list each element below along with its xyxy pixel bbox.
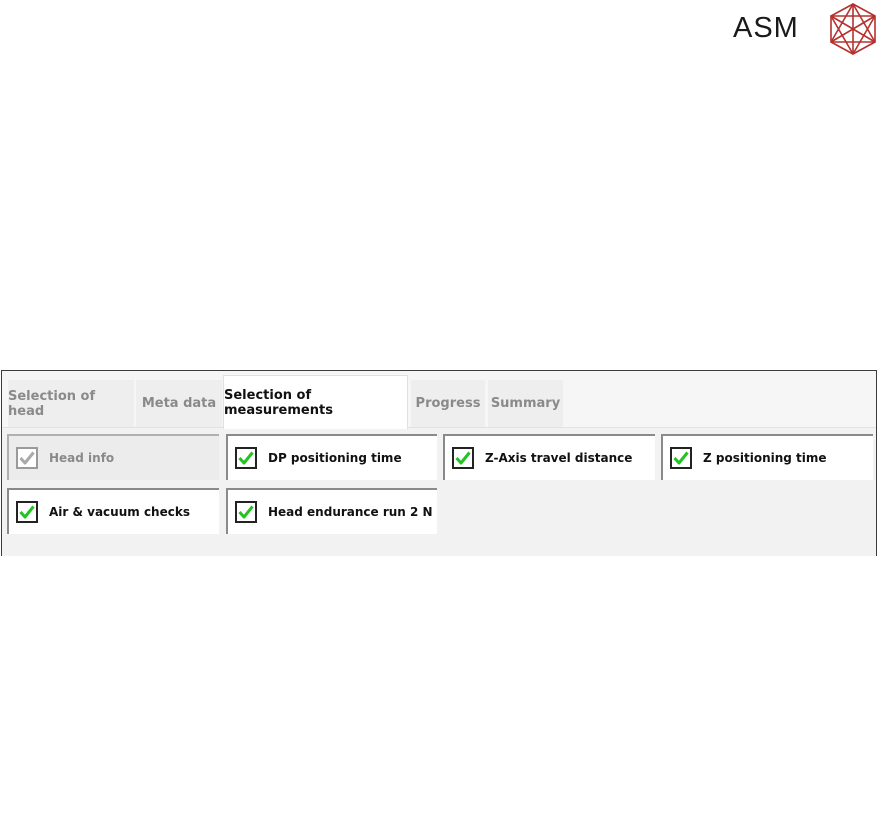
tab-label: Summary (490, 396, 561, 411)
checkbox[interactable] (452, 447, 474, 469)
checkbox[interactable] (235, 501, 257, 523)
measurement-label: Head info (49, 451, 115, 465)
asm-logo: ASM (733, 0, 880, 60)
logo-text: ASM (733, 12, 799, 44)
checkbox[interactable] (16, 447, 38, 469)
measurement-head-endurance-run[interactable]: Head endurance run 2 N (226, 488, 437, 534)
check-icon (238, 505, 254, 519)
measurement-label: Head endurance run 2 N (268, 505, 433, 519)
measurement-window: Selection of head Meta data Selection of… (1, 370, 877, 556)
measurement-label: Z positioning time (703, 451, 827, 465)
measurement-label: Air & vacuum checks (49, 505, 190, 519)
check-icon (673, 451, 689, 465)
checkbox[interactable] (670, 447, 692, 469)
tab-label: Meta data (141, 396, 217, 411)
measurement-z-axis-travel-distance[interactable]: Z-Axis travel distance (443, 434, 655, 480)
measurement-dp-positioning-time[interactable]: DP positioning time (226, 434, 437, 480)
tab-bar: Selection of head Meta data Selection of… (2, 371, 876, 429)
checkbox[interactable] (235, 447, 257, 469)
check-icon (455, 451, 471, 465)
tab-summary[interactable]: Summary (488, 380, 563, 427)
measurements-panel: Head info DP positioning time Z-Axis tra… (2, 427, 876, 556)
measurement-label: DP positioning time (268, 451, 402, 465)
measurement-label: Z-Axis travel distance (485, 451, 633, 465)
check-icon (238, 451, 254, 465)
tab-label: Selection of measurements (224, 387, 333, 418)
measurement-head-info[interactable]: Head info (7, 434, 219, 480)
tab-selection-of-head[interactable]: Selection of head (8, 380, 134, 427)
checkbox[interactable] (16, 501, 38, 523)
tab-label: Selection of head (8, 388, 96, 419)
check-icon (19, 451, 35, 465)
measurement-z-positioning-time[interactable]: Z positioning time (661, 434, 873, 480)
tab-selection-of-measurements[interactable]: Selection of measurements (223, 375, 408, 429)
check-icon (19, 505, 35, 519)
tab-label: Progress (415, 396, 481, 411)
logo-mark-icon (830, 3, 876, 55)
measurement-air-vacuum-checks[interactable]: Air & vacuum checks (7, 488, 219, 534)
tab-meta-data[interactable]: Meta data (136, 380, 222, 427)
tab-progress[interactable]: Progress (411, 380, 485, 427)
